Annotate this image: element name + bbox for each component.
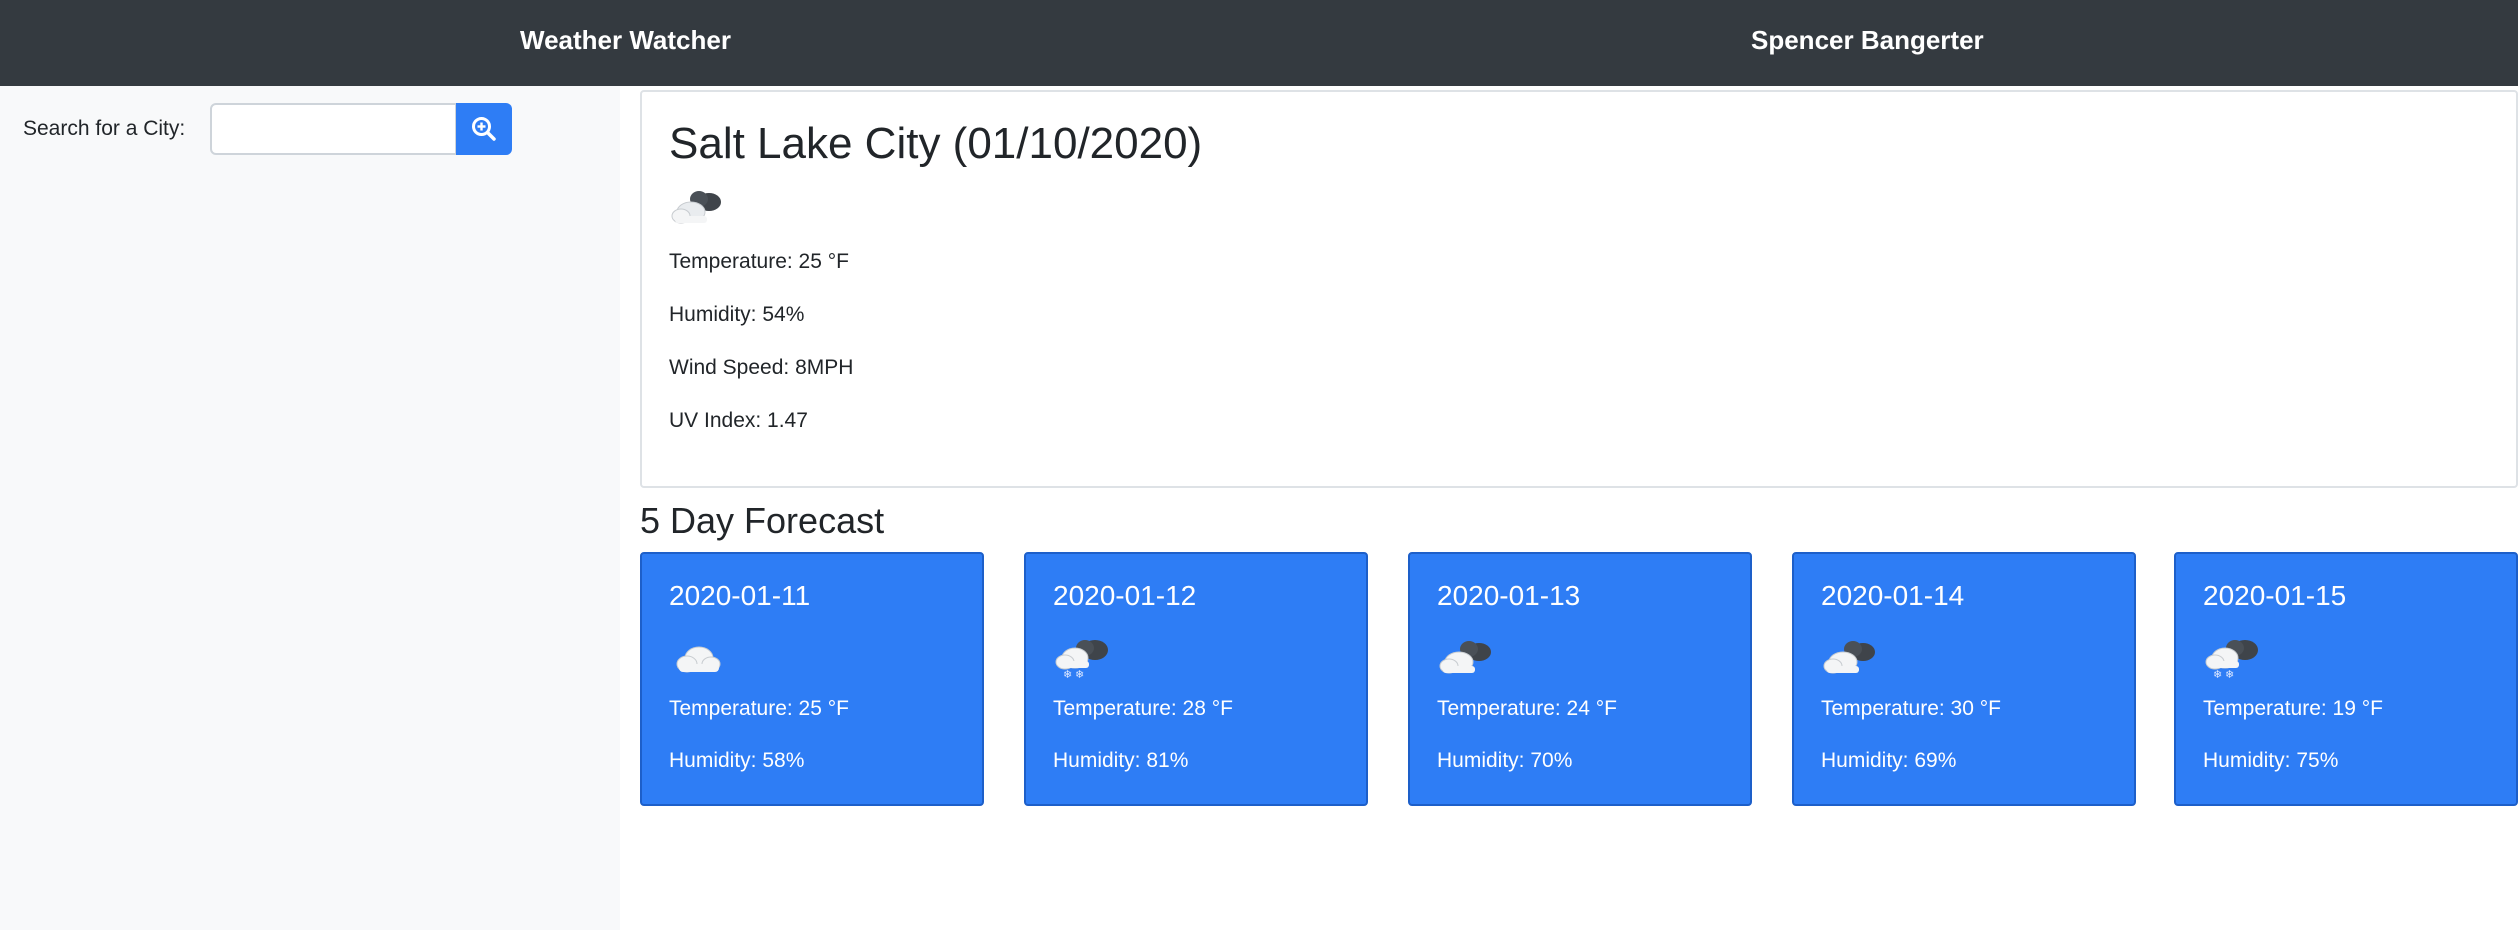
- svg-text:❄: ❄: [2225, 668, 2234, 680]
- cloudy-icon: [1823, 641, 1875, 674]
- svg-text:❄: ❄: [2213, 668, 2222, 680]
- current-weather-card: Salt Lake City (01/10/2020) Temperature:…: [640, 90, 2518, 488]
- forecast-humidity: Humidity: 75%: [2203, 749, 2339, 772]
- current-humidity: Humidity: 54%: [669, 303, 805, 326]
- forecast-date: 2020-01-12: [1053, 580, 1197, 611]
- forecast-card: 2020-01-14 Temperature: 30 °F Humidity: …: [1792, 552, 2136, 806]
- author-name: Spencer Bangerter: [1751, 25, 1984, 55]
- forecast-date: 2020-01-15: [2203, 580, 2347, 611]
- current-uv-index: UV Index: 1.47: [669, 409, 808, 432]
- sidebar: Search for a City:: [0, 86, 620, 930]
- forecast-card: 2020-01-15 ❄ ❄ Temperature: 19 °F Humidi…: [2174, 552, 2518, 806]
- forecast-humidity: Humidity: 70%: [1437, 749, 1573, 772]
- city-search-input[interactable]: [210, 103, 457, 155]
- forecast-humidity: Humidity: 81%: [1053, 749, 1189, 772]
- forecast-card: 2020-01-11 Temperature: 25 °F Humidity: …: [640, 552, 984, 806]
- forecast-temperature: Temperature: 25 °F: [669, 697, 849, 720]
- forecast-date: 2020-01-14: [1821, 580, 1965, 611]
- search-label: Search for a City:: [23, 117, 186, 140]
- svg-text:❄: ❄: [1075, 668, 1084, 680]
- snow-icon: ❄ ❄: [1055, 640, 1108, 680]
- forecast-temperature: Temperature: 24 °F: [1437, 697, 1617, 720]
- cloudy-icon: [1439, 641, 1491, 674]
- navbar: Weather Watcher Spencer Bangerter: [0, 0, 2518, 86]
- current-temperature: Temperature: 25 °F: [669, 250, 849, 273]
- forecast-date: 2020-01-13: [1437, 580, 1581, 611]
- svg-text:❄: ❄: [1063, 668, 1072, 680]
- cloudy-icon: [671, 191, 721, 224]
- current-city-title: Salt Lake City (01/10/2020): [669, 119, 1203, 168]
- forecast-card: 2020-01-12 ❄ ❄ Temperature: 28 °F Humidi…: [1024, 552, 1368, 806]
- snow-icon: ❄ ❄: [2205, 640, 2258, 680]
- forecast-temperature: Temperature: 28 °F: [1053, 697, 1233, 720]
- forecast-heading: 5 Day Forecast: [640, 500, 885, 541]
- current-wind-speed: Wind Speed: 8MPH: [669, 356, 854, 379]
- forecast-temperature: Temperature: 30 °F: [1821, 697, 2001, 720]
- forecast-humidity: Humidity: 69%: [1821, 749, 1957, 772]
- search-button[interactable]: [456, 103, 512, 155]
- search-zoom-icon: [472, 117, 496, 141]
- forecast-date: 2020-01-11: [669, 580, 811, 611]
- forecast-card: 2020-01-13 Temperature: 24 °F Humidity: …: [1408, 552, 1752, 806]
- forecast-humidity: Humidity: 58%: [669, 749, 805, 772]
- forecast-temperature: Temperature: 19 °F: [2203, 697, 2383, 720]
- cloud-icon: [676, 646, 721, 673]
- app-title: Weather Watcher: [520, 25, 731, 55]
